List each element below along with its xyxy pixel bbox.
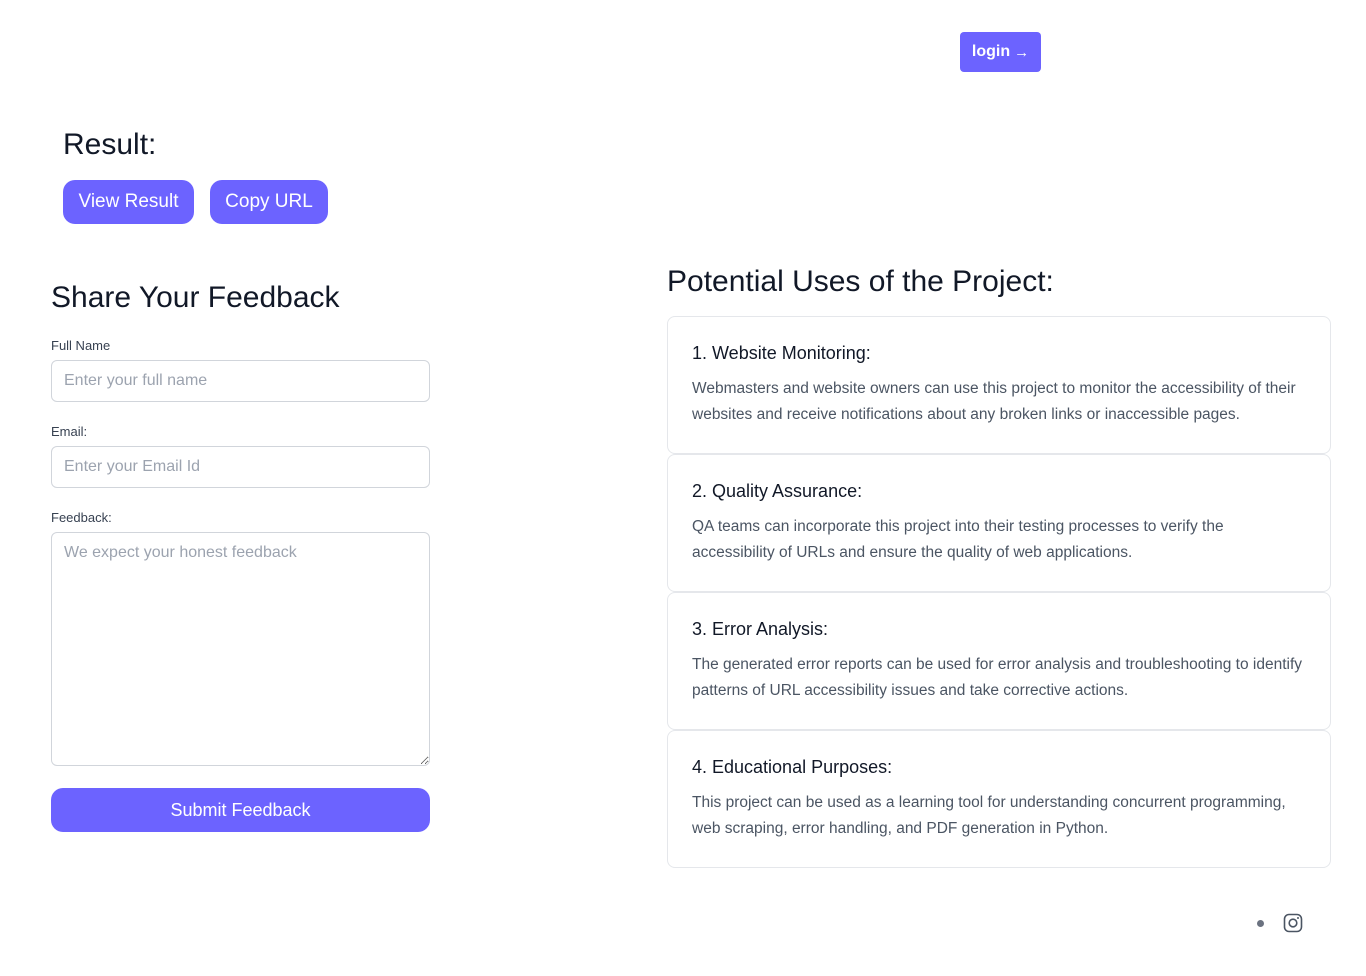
use-card: 1. Website Monitoring: Webmasters and we…: [667, 316, 1331, 454]
use-card-desc: Webmasters and website owners can use th…: [692, 380, 1296, 423]
feedback-textarea[interactable]: [51, 532, 430, 766]
full-name-label: Full Name: [51, 338, 111, 353]
view-result-button[interactable]: View Result: [63, 180, 194, 224]
instagram-icon[interactable]: [1283, 913, 1303, 933]
full-name-input[interactable]: [51, 360, 430, 402]
use-card: 2. Quality Assurance: QA teams can incor…: [667, 454, 1331, 592]
use-card: 4. Educational Purposes: This project ca…: [667, 730, 1331, 868]
use-card-title: 3. Error Analysis:: [692, 619, 829, 639]
use-card-title: 2. Quality Assurance:: [692, 481, 863, 501]
arrow-right-icon: →: [1014, 43, 1030, 61]
use-card-title: 1. Website Monitoring:: [692, 343, 871, 363]
use-card-desc: The generated error reports can be used …: [692, 656, 1303, 699]
uses-list: 1. Website Monitoring: Webmasters and we…: [667, 316, 1331, 868]
login-label: login: [971, 43, 1011, 60]
result-title: Result:: [63, 128, 157, 161]
uses-title: Potential Uses of the Project:: [667, 265, 1054, 298]
login-button[interactable]: login →: [960, 32, 1041, 72]
email-label: Email:: [51, 424, 88, 439]
page: login → Result: View Result Copy URL Sha…: [0, 0, 1366, 976]
use-card-desc: This project can be used as a learning t…: [692, 794, 1286, 837]
copy-url-button[interactable]: Copy URL: [210, 180, 328, 224]
dot-icon: [1257, 920, 1264, 927]
feedback-title: Share Your Feedback: [51, 281, 340, 314]
email-input[interactable]: [51, 446, 430, 488]
use-card-title: 4. Educational Purposes:: [692, 757, 893, 777]
use-card-desc: QA teams can incorporate this project in…: [692, 518, 1224, 561]
submit-feedback-button[interactable]: Submit Feedback: [51, 788, 430, 832]
use-card: 3. Error Analysis: The generated error r…: [667, 592, 1331, 730]
feedback-label: Feedback:: [51, 510, 112, 525]
